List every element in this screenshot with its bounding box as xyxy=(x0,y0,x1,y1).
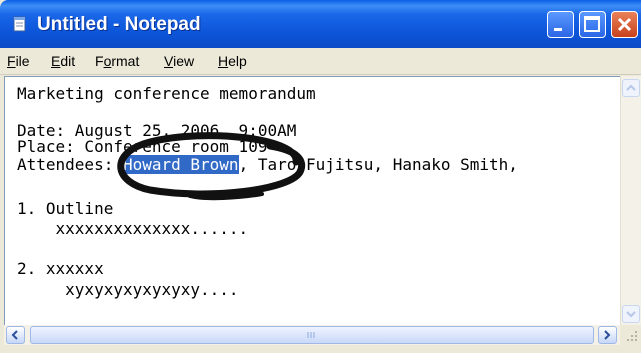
hand-drawn-circle-annotation xyxy=(117,132,305,201)
notepad-window: Untitled - Notepad File Edit Format View… xyxy=(0,0,641,353)
